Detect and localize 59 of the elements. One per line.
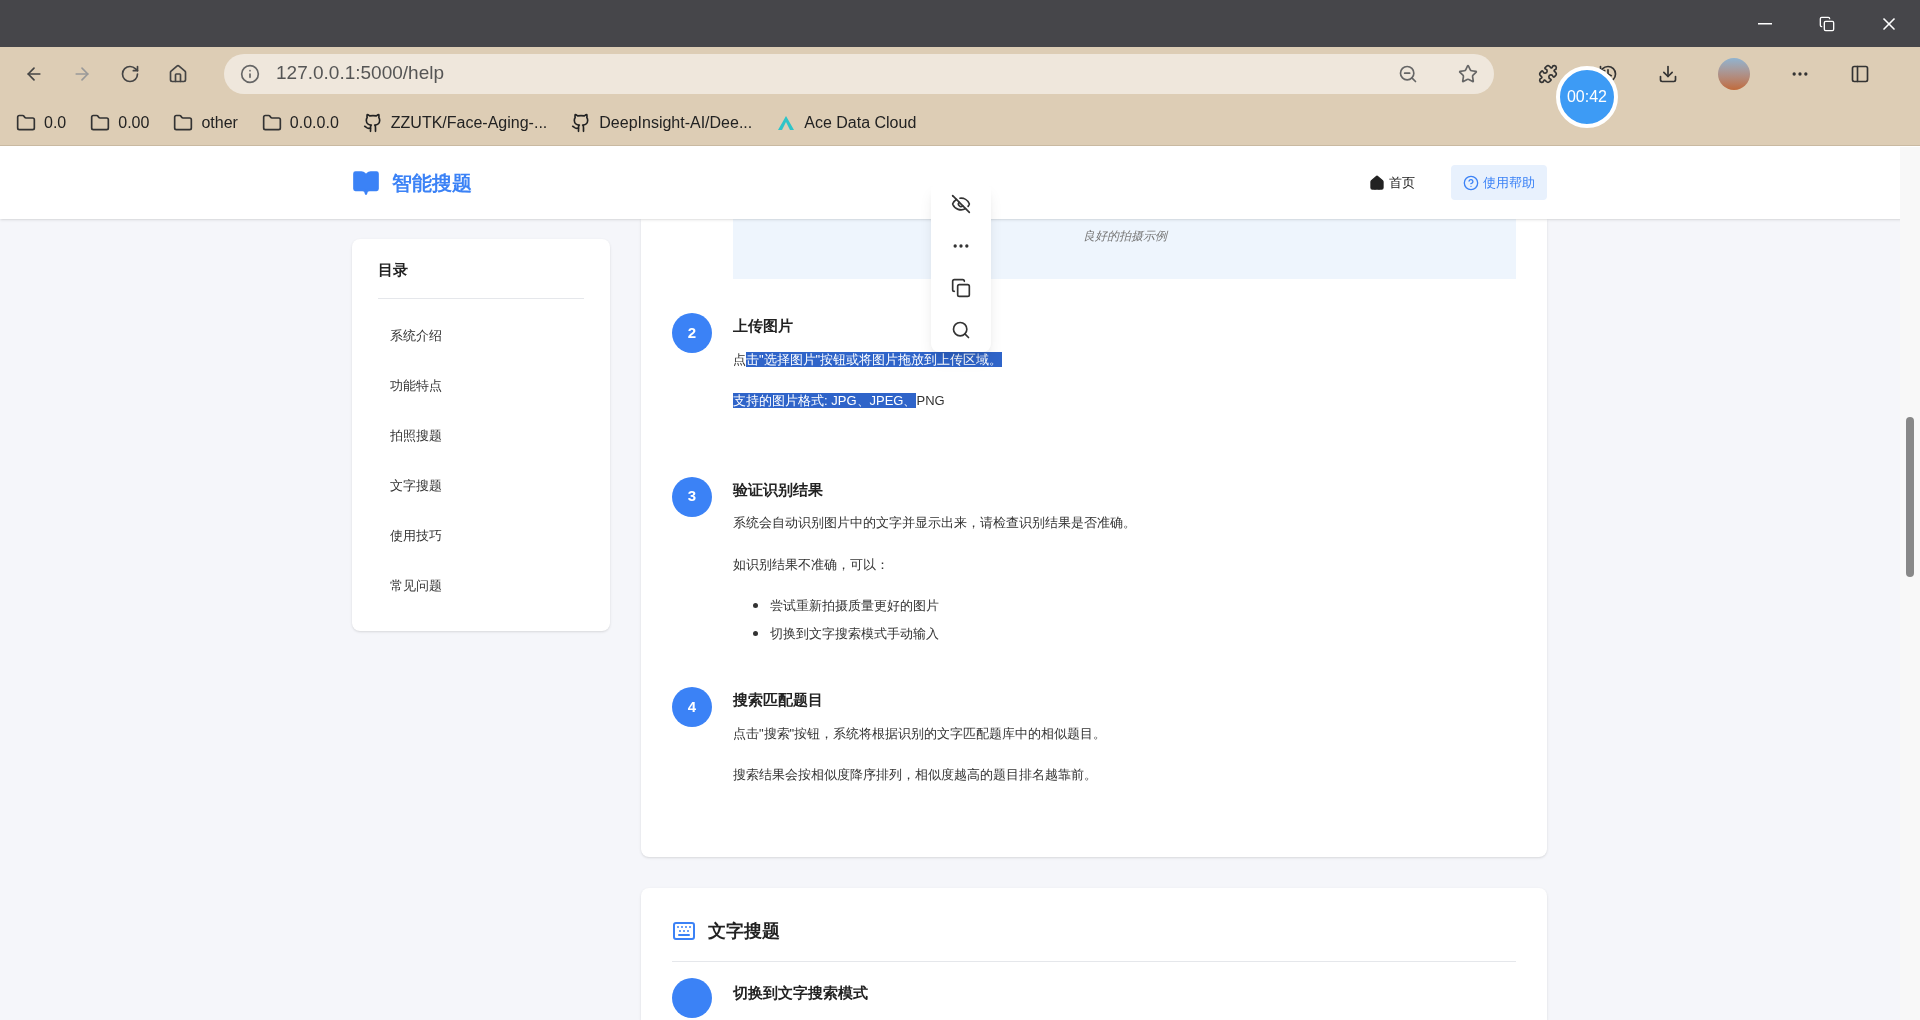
info-icon: [240, 63, 260, 84]
step-text: 点击"搜索"按钮，系统将根据识别的文字匹配题库中的相似题目。: [733, 724, 1107, 743]
bookmark-link[interactable]: DeepInsight-AI/Dee...: [599, 110, 753, 135]
bookmark-link[interactable]: 0.0: [44, 110, 67, 135]
toc-title: 目录: [378, 259, 584, 299]
search-icon[interactable]: [951, 320, 971, 340]
toc-item[interactable]: 功能特点: [378, 360, 584, 411]
url-text: 127.0.0.1:5000/help: [276, 61, 445, 86]
bullet-text: 尝试重新拍摄质量更好的图片: [770, 597, 939, 615]
bookmark-link[interactable]: other: [201, 110, 238, 135]
address-bar[interactable]: 127.0.0.1:5000/help: [224, 53, 1494, 94]
bookmark-link[interactable]: 0.00: [118, 110, 150, 135]
step-title: 搜索匹配题目: [733, 690, 823, 710]
reload-icon[interactable]: [120, 63, 140, 84]
image-caption: 良好的拍摄示例: [1082, 228, 1167, 245]
step-text: 点击"选择图片"按钮或将图片拖放到上传区域。: [733, 350, 1003, 369]
step-number: 3: [672, 476, 712, 517]
zoom-out-icon[interactable]: [1398, 63, 1418, 84]
step-text: 支持的图片格式: JPG、JPEG、PNG: [733, 392, 946, 410]
scrollbar-thumb[interactable]: [1906, 417, 1914, 577]
keyboard-icon: [672, 919, 696, 943]
folder-icon: [90, 112, 111, 133]
step-number: 2: [672, 313, 712, 353]
folder-icon: [16, 112, 36, 133]
sidebar-icon[interactable]: [1850, 63, 1870, 84]
toc-item[interactable]: 文字搜题: [378, 460, 584, 511]
copy-icon[interactable]: [951, 278, 971, 298]
book-icon: [352, 168, 380, 197]
toc-item[interactable]: 系统介绍: [378, 310, 584, 361]
toc-item[interactable]: 拍照搜题: [378, 410, 584, 461]
extensions-icon[interactable]: [1538, 63, 1558, 84]
nav-link[interactable]: 首页: [1357, 164, 1427, 201]
minimize-icon: [1758, 22, 1772, 25]
section-title: 文字搜题: [708, 919, 780, 943]
toc-item[interactable]: 使用技巧: [378, 510, 584, 561]
bookmark-link[interactable]: 0.0.0.0: [289, 110, 339, 135]
step-text: 搜索结果会按相似度降序排列，相似度越高的题目排名越靠前。: [733, 766, 1098, 784]
step-number: 4: [672, 687, 712, 727]
step-number: [672, 977, 712, 1018]
step-title: 验证识别结果: [733, 479, 823, 500]
restore-icon: [1819, 15, 1835, 32]
bullet-text: 切换到文字搜索模式手动输入: [770, 624, 939, 643]
step-title: 切换到文字搜索模式: [733, 982, 868, 1003]
home-icon[interactable]: [168, 63, 188, 84]
bookmark-link[interactable]: ZZUTK/Face-Aging-...: [390, 110, 548, 135]
step-title: 上传图片: [733, 316, 793, 336]
github-icon: [362, 112, 383, 133]
download-icon[interactable]: [1658, 63, 1678, 84]
toc-item[interactable]: 常见问题: [378, 560, 584, 611]
folder-icon: [173, 112, 194, 133]
hide-icon[interactable]: [951, 194, 971, 214]
help-icon: [1463, 174, 1479, 191]
folder-icon: [261, 112, 282, 133]
step-text: 如识别结果不准确，可以：: [733, 555, 890, 574]
star-icon[interactable]: [1458, 63, 1478, 84]
site-logo[interactable]: 智能搜题: [392, 167, 472, 198]
home-icon: [1369, 174, 1385, 191]
bookmark-link[interactable]: Ace Data Cloud: [804, 110, 917, 135]
step-text: 系统会自动识别图片中的文字并显示出来，请检查识别结果是否准确。: [733, 514, 1136, 532]
